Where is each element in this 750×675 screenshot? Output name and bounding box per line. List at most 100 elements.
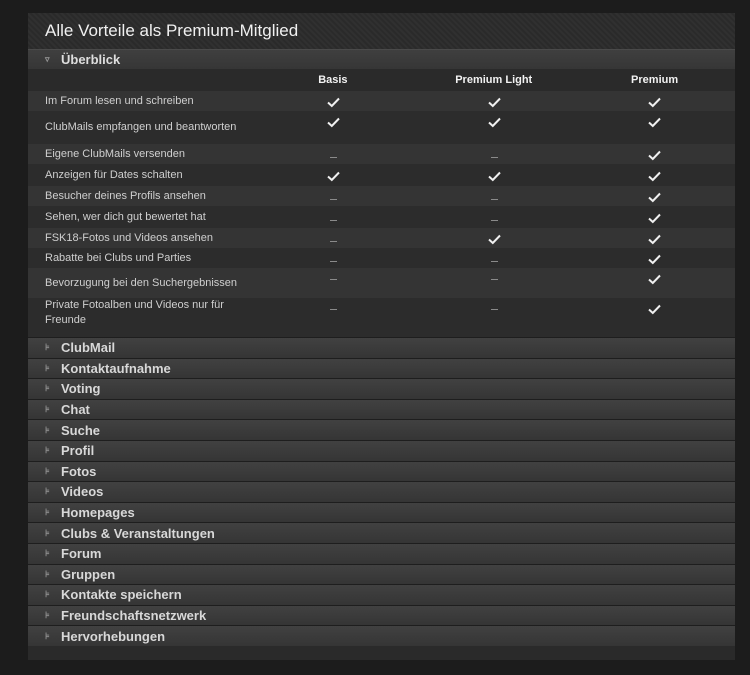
table-row: Im Forum lesen und schreiben [28, 91, 735, 111]
section-label: Videos [61, 484, 104, 500]
column-header-basis: Basis [318, 74, 348, 86]
expand-arrow-icon: ⊧ [45, 404, 50, 415]
check-icon [648, 117, 661, 128]
feature-cell [414, 169, 575, 182]
expand-arrow-icon: ⊧ [45, 527, 50, 538]
expand-arrow-icon: ⊧ [45, 630, 50, 641]
feature-cell [414, 192, 575, 200]
feature-label: Sehen, wer dich gut bewertet hat [45, 210, 206, 223]
section-header[interactable]: ⊧ Kontaktaufnahme [28, 357, 735, 379]
expand-arrow-icon: ⊧ [45, 610, 50, 621]
section-header[interactable]: ⊧ Kontakte speichern [28, 584, 735, 605]
expand-arrow-icon: ⊧ [45, 507, 50, 518]
section-label: Homepages [61, 505, 135, 521]
section-label: Forum [61, 546, 102, 562]
section-label: Gruppen [61, 566, 116, 582]
expand-arrow-icon: ⊧ [45, 465, 50, 476]
expand-arrow-icon: ⊧ [45, 424, 50, 435]
dash-icon [330, 199, 338, 200]
section-header[interactable]: ⊧ Clubs & Veranstaltungen [28, 522, 735, 543]
feature-label: Besucher deines Profils ansehen [45, 189, 206, 202]
section-header[interactable]: ⊧ Hervorhebungen [28, 625, 735, 646]
section-header[interactable]: ⊧ Homepages [28, 501, 735, 523]
section-header[interactable]: ⊧ Voting [28, 378, 735, 399]
feature-label: Im Forum lesen und schreiben [45, 94, 194, 107]
expand-arrow-icon: ⊧ [45, 486, 50, 497]
feature-cell [414, 95, 575, 108]
feature-cell [253, 169, 414, 182]
dash-icon [490, 199, 498, 200]
table-row: ClubMails empfangen und beantworten [28, 111, 735, 144]
section-header[interactable]: ⊧ Freundschaftsnetzwerk [28, 604, 735, 626]
feature-cell [414, 232, 575, 245]
section-header[interactable]: ⊧ Forum [28, 542, 735, 564]
check-icon [648, 213, 661, 223]
caret-down-icon: ▿ [45, 54, 50, 64]
check-icon [487, 117, 501, 128]
check-icon [648, 150, 661, 160]
expand-arrow-icon: ⊧ [45, 383, 50, 394]
feature-cell [253, 234, 414, 242]
section-header[interactable]: ⊧ ClubMail [28, 337, 735, 358]
feature-cell [253, 111, 414, 128]
section-header[interactable]: ⊧ Suche [28, 419, 735, 440]
feature-cell [574, 298, 735, 315]
feature-label: Private Fotoalben und Videos nur für Fre… [45, 299, 224, 326]
expand-arrow-icon: ⊧ [45, 342, 50, 353]
expand-arrow-icon: ⊧ [45, 589, 50, 600]
feature-cell [574, 268, 735, 285]
check-icon [648, 274, 661, 285]
section-header-overview[interactable]: ▿ Überblick [28, 49, 735, 69]
check-icon [648, 234, 661, 244]
section-header[interactable]: ⊧ Videos [28, 481, 735, 502]
dash-icon [330, 241, 338, 242]
table-row: Besucher deines Profils ansehen [28, 186, 735, 206]
check-icon [648, 304, 661, 315]
feature-label: Anzeigen für Dates schalten [45, 168, 183, 181]
feature-cell [253, 192, 414, 200]
dash-icon [490, 279, 498, 280]
feature-cell [574, 211, 735, 224]
dash-icon [490, 261, 498, 262]
section-header[interactable]: ⊧ Chat [28, 398, 735, 420]
table-row: Sehen, wer dich gut bewertet hat [28, 206, 735, 228]
check-icon [648, 97, 661, 107]
feature-label: Eigene ClubMails versenden [45, 147, 186, 160]
table-row: Anzeigen für Dates schalten [28, 164, 735, 186]
feature-cell [574, 232, 735, 245]
check-icon [648, 171, 661, 181]
section-label: Fotos [61, 463, 97, 479]
check-icon [487, 171, 501, 181]
feature-cell [253, 268, 414, 280]
feature-label: Rabatte bei Clubs und Parties [45, 251, 192, 264]
section-header[interactable]: ⊧ Profil [28, 439, 735, 461]
section-label: Kontakte speichern [61, 587, 182, 603]
section-label: ClubMail [61, 340, 116, 356]
section-header[interactable]: ⊧ Gruppen [28, 563, 735, 585]
check-icon [648, 254, 661, 264]
table-row: Eigene ClubMails versenden [28, 144, 735, 164]
section-label: Überblick [61, 52, 121, 67]
feature-cell [414, 268, 575, 280]
feature-table: Im Forum lesen und schreiben ClubMails em… [28, 91, 735, 328]
feature-cell [414, 254, 575, 262]
feature-cell [253, 150, 414, 158]
feature-label: Bevorzugung bei den Suchergebnissen [45, 276, 238, 289]
expand-arrow-icon: ⊧ [45, 568, 50, 579]
dash-icon [330, 220, 338, 221]
dash-icon [330, 309, 338, 310]
feature-cell [574, 169, 735, 182]
dash-icon [330, 157, 338, 158]
section-header[interactable]: ⊧ Fotos [28, 460, 735, 482]
dash-icon [330, 261, 338, 262]
feature-cell [574, 148, 735, 161]
check-icon [327, 117, 340, 128]
column-header-premium-light: Premium Light [455, 74, 533, 86]
table-row: Bevorzugung bei den Suchergebnissen [28, 268, 735, 298]
benefits-panel: Alle Vorteile als Premium-Mitglied ▿ Übe… [28, 13, 735, 660]
expand-arrow-icon: ⊧ [45, 445, 50, 456]
dash-icon [490, 309, 498, 310]
feature-cell [574, 252, 735, 265]
feature-cell [414, 213, 575, 221]
dash-icon [490, 220, 498, 221]
